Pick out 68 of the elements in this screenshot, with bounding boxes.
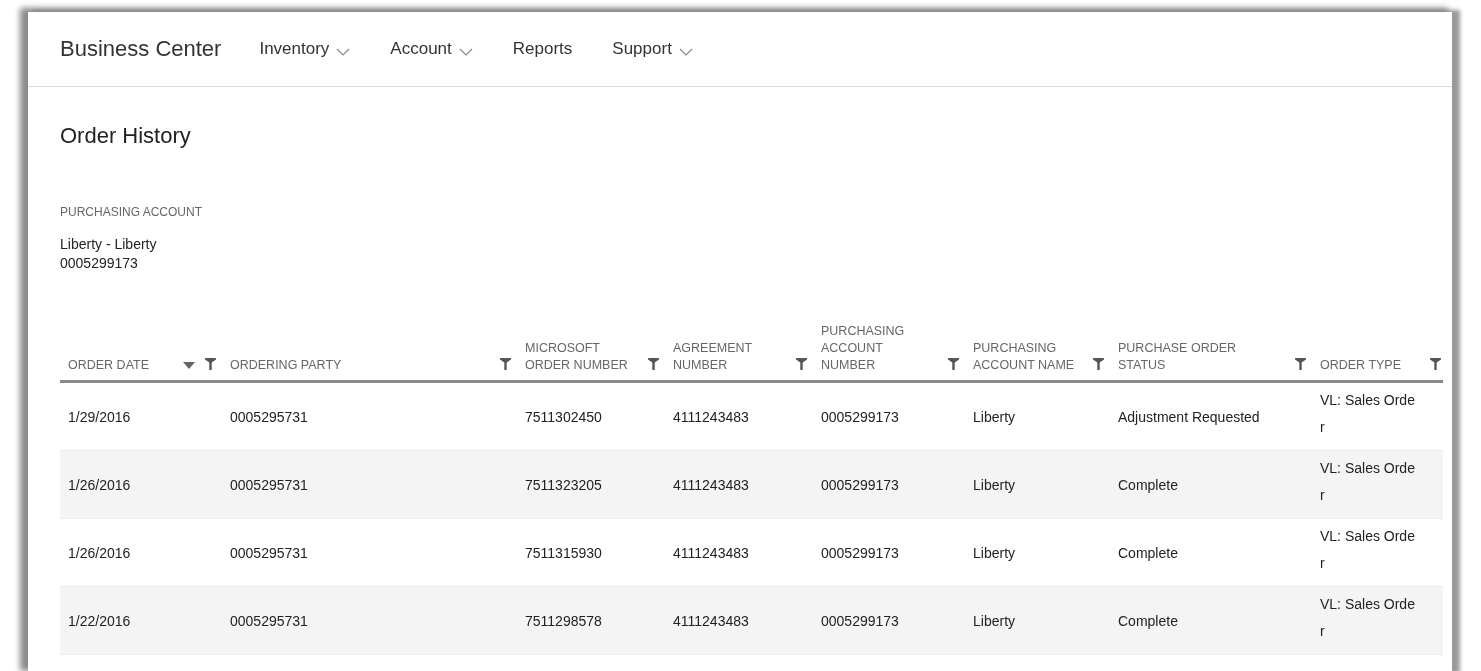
table-cell: 4111243483 [673, 408, 749, 425]
table-cell: Adjustment Requested [1118, 408, 1260, 425]
table-cell: 1/22/2016 [68, 612, 131, 629]
table-cell: 1/26/2016 [68, 544, 131, 561]
table-cell: 0005295731 [230, 612, 308, 629]
table-cell-text: VL: Sales Order [1320, 391, 1416, 437]
table-cell: Liberty [973, 612, 1016, 629]
column-header-label: PURCHASING ACCOUNT NUMBER [821, 323, 906, 374]
column-header[interactable]: MICROSOFT ORDER NUMBER [517, 311, 665, 383]
column-header[interactable]: PURCHASE ORDER STATUS [1110, 311, 1312, 383]
nav-menu-item[interactable]: Account [390, 39, 473, 59]
chevron-down-icon [678, 48, 693, 56]
table-cell: 7511302450 [525, 408, 602, 425]
filter-icon[interactable] [796, 358, 807, 370]
column-header-label: ORDER TYPE [1320, 357, 1403, 374]
column-header[interactable]: PURCHASING ACCOUNT NAME [965, 311, 1110, 383]
column-header[interactable]: ORDER DATE [60, 311, 222, 383]
table-cell: Complete [1118, 612, 1178, 629]
page-title: Order History [60, 123, 192, 149]
table-cell: 4111243483 [673, 476, 749, 493]
filter-icon[interactable] [948, 358, 959, 370]
nav-menu-item[interactable]: Reports [512, 39, 573, 59]
filter-icon[interactable] [648, 358, 659, 370]
table-cell: 0005299173 [821, 476, 899, 493]
account-name: Liberty - Liberty [60, 235, 158, 254]
table-cell: Liberty [973, 408, 1016, 425]
column-header-label: AGREEMENT NUMBER [673, 340, 753, 374]
table-cell: Liberty [973, 544, 1016, 561]
table-cell: 0005295731 [230, 408, 308, 425]
nav-menu-item[interactable]: Support [612, 39, 693, 59]
column-header[interactable]: ORDER TYPE [1312, 311, 1443, 383]
filter-icon[interactable] [1430, 358, 1441, 370]
chevron-down-icon [336, 48, 351, 56]
filter-icon[interactable] [1295, 358, 1306, 370]
table-cell-text: VL: Sales Order [1320, 459, 1416, 505]
table-cell: 4111243483 [673, 612, 749, 629]
table-cell: 0005295731 [230, 476, 308, 493]
column-header[interactable]: PURCHASING ACCOUNT NUMBER [813, 311, 965, 383]
nav-menu-item[interactable]: Inventory [259, 39, 351, 59]
column-header-label: MICROSOFT ORDER NUMBER [525, 340, 629, 374]
table-cell: 0005295731 [230, 544, 308, 561]
column-header-label: ORDER DATE [68, 357, 151, 374]
table-cell: 7511298578 [525, 612, 602, 629]
filter-icon[interactable] [205, 358, 216, 370]
table-cell: Liberty [973, 476, 1016, 493]
table-cell: 1/26/2016 [68, 476, 131, 493]
column-header[interactable]: AGREEMENT NUMBER [665, 311, 813, 383]
table-cell: 0005299173 [821, 408, 899, 425]
table-cell: 7511323205 [525, 476, 602, 493]
column-header-label: PURCHASING ACCOUNT NAME [973, 340, 1076, 374]
filter-icon[interactable] [500, 358, 511, 370]
column-header[interactable]: ORDERING PARTY [222, 311, 517, 383]
table-cell: 1/29/2016 [68, 408, 131, 425]
table-cell-text: VL: Sales Order [1320, 527, 1416, 573]
chevron-down-icon [458, 48, 473, 56]
column-header-label: ORDERING PARTY [230, 357, 343, 374]
table-cell: Complete [1118, 476, 1178, 493]
brand-title[interactable]: Business Center [60, 36, 222, 62]
field-label: PURCHASING ACCOUNT [60, 205, 203, 219]
table-cell-text: VL: Sales Order [1320, 595, 1416, 641]
filter-icon[interactable] [1093, 358, 1104, 370]
column-header-label: PURCHASE ORDER STATUS [1118, 340, 1238, 374]
table-cell: 0005299173 [821, 612, 899, 629]
table-cell: Complete [1118, 544, 1178, 561]
table-cell: 4111243483 [673, 544, 749, 561]
table-cell: 0005299173 [821, 544, 899, 561]
account-number: 0005299173 [60, 254, 139, 273]
table-cell: 7511315930 [525, 544, 602, 561]
